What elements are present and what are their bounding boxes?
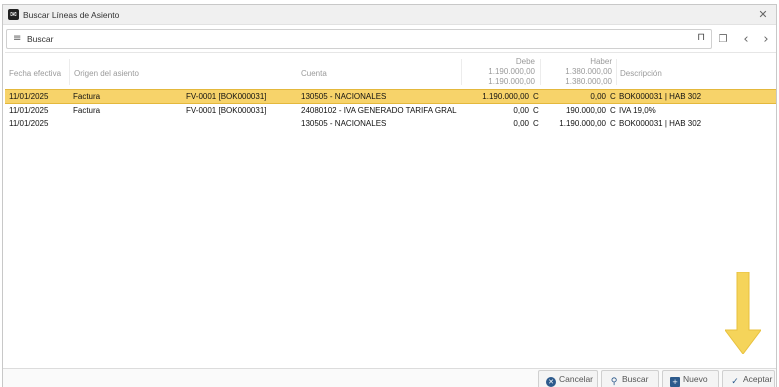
header-haber-total: 1.380.000,00: [565, 77, 612, 86]
pages-icon[interactable]: ❐: [715, 32, 731, 48]
cell-descripcion: IVA 19,0%: [619, 106, 656, 115]
cell-debe: 0,00: [513, 119, 529, 128]
search-box[interactable]: ≡ ⊓: [6, 29, 712, 49]
cell-documento: FV-0001 [BOK000031]: [186, 106, 267, 115]
header-debe-total: 1.190.000,00: [488, 67, 535, 76]
cell-descripcion: BOK000031 | HAB 302: [619, 119, 702, 128]
cell-debe-moneda: C: [533, 119, 539, 128]
dialog-title: Buscar Líneas de Asiento: [23, 10, 120, 20]
checkmark-icon: ✓: [731, 377, 739, 387]
header-descripcion[interactable]: Descripción: [620, 69, 662, 78]
header-cuenta[interactable]: Cuenta: [301, 69, 327, 78]
cell-cuenta: 130505 - NACIONALES: [301, 119, 387, 128]
cancel-button[interactable]: ✕ Cancelar: [538, 370, 598, 387]
cell-fecha: 11/01/2025: [9, 92, 49, 101]
title-bar: ✉ Buscar Líneas de Asiento ✕: [3, 5, 776, 25]
bookmark-icon[interactable]: ⊓: [697, 32, 705, 43]
search-button-label: Buscar: [622, 374, 649, 384]
header-fecha[interactable]: Fecha efectiva: [9, 69, 61, 78]
previous-icon[interactable]: ‹: [738, 32, 754, 48]
cell-fecha: 11/01/2025: [9, 119, 49, 128]
header-debe-total: 1.190.000,00: [488, 77, 535, 86]
cell-documento: FV-0001 [BOK000031]: [186, 92, 267, 101]
search-button[interactable]: ⚲ Buscar: [601, 370, 659, 387]
cell-haber: 190.000,00: [565, 106, 606, 115]
cell-haber-moneda: C: [610, 119, 616, 128]
app-logo-icon: ✉: [8, 9, 19, 20]
cell-haber: 0,00: [590, 92, 606, 101]
cell-haber: 1.190.000,00: [559, 119, 606, 128]
toolbar: ≡ ⊓ ❐ ‹ ›: [3, 26, 776, 52]
search-dialog: ✉ Buscar Líneas de Asiento ✕ ≡ ⊓ ❐ ‹ › F…: [2, 4, 777, 387]
column-divider: [461, 59, 462, 85]
table-row[interactable]: 11/01/2025 Factura FV-0001 [BOK000031] 2…: [5, 104, 776, 117]
cell-origen: Factura: [73, 106, 101, 115]
table-row[interactable]: 11/01/2025 Factura FV-0001 [BOK000031] 1…: [5, 89, 776, 104]
cancel-button-label: Cancelar: [559, 374, 594, 384]
cell-cuenta: 130505 - NACIONALES: [301, 92, 387, 101]
header-debe[interactable]: Debe: [463, 57, 535, 67]
dialog-footer: ✕ Cancelar ⚲ Buscar + Nuevo ✓ Aceptar: [3, 368, 776, 387]
down-arrow-annotation-icon: [725, 272, 761, 354]
cell-debe: 1.190.000,00: [482, 92, 529, 101]
cell-debe-moneda: C: [533, 92, 539, 101]
header-haber-total: 1.380.000,00: [565, 67, 612, 76]
table-row[interactable]: 11/01/2025 130505 - NACIONALES 0,00 C 1.…: [5, 117, 776, 130]
cell-haber-moneda: C: [610, 106, 616, 115]
cell-descripcion: BOK000031 | HAB 302: [619, 92, 702, 101]
cell-haber-moneda: C: [610, 92, 616, 101]
cell-origen: Factura: [73, 92, 101, 101]
new-button-label: Nuevo: [683, 374, 708, 384]
header-origen[interactable]: Origen del asiento: [74, 69, 139, 78]
cell-fecha: 11/01/2025: [9, 106, 49, 115]
results-table: Fecha efectiva Origen del asiento Cuenta…: [5, 52, 776, 368]
column-divider: [69, 59, 70, 85]
add-icon: +: [670, 377, 680, 387]
search-input[interactable]: [27, 32, 687, 46]
filter-icon[interactable]: ≡: [13, 33, 21, 44]
close-icon[interactable]: ✕: [756, 7, 770, 23]
search-icon: ⚲: [610, 377, 618, 387]
accept-button-label: Aceptar: [743, 374, 773, 384]
new-button[interactable]: + Nuevo: [662, 370, 719, 387]
accept-button[interactable]: ✓ Aceptar: [722, 370, 775, 387]
header-haber[interactable]: Haber: [541, 57, 612, 67]
column-divider: [616, 59, 617, 85]
next-icon[interactable]: ›: [758, 32, 774, 48]
cell-cuenta: 24080102 - IVA GENERADO TARIFA GRAL: [301, 106, 457, 115]
cancel-icon: ✕: [546, 377, 556, 387]
cell-debe-moneda: C: [533, 106, 539, 115]
cell-debe: 0,00: [513, 106, 529, 115]
